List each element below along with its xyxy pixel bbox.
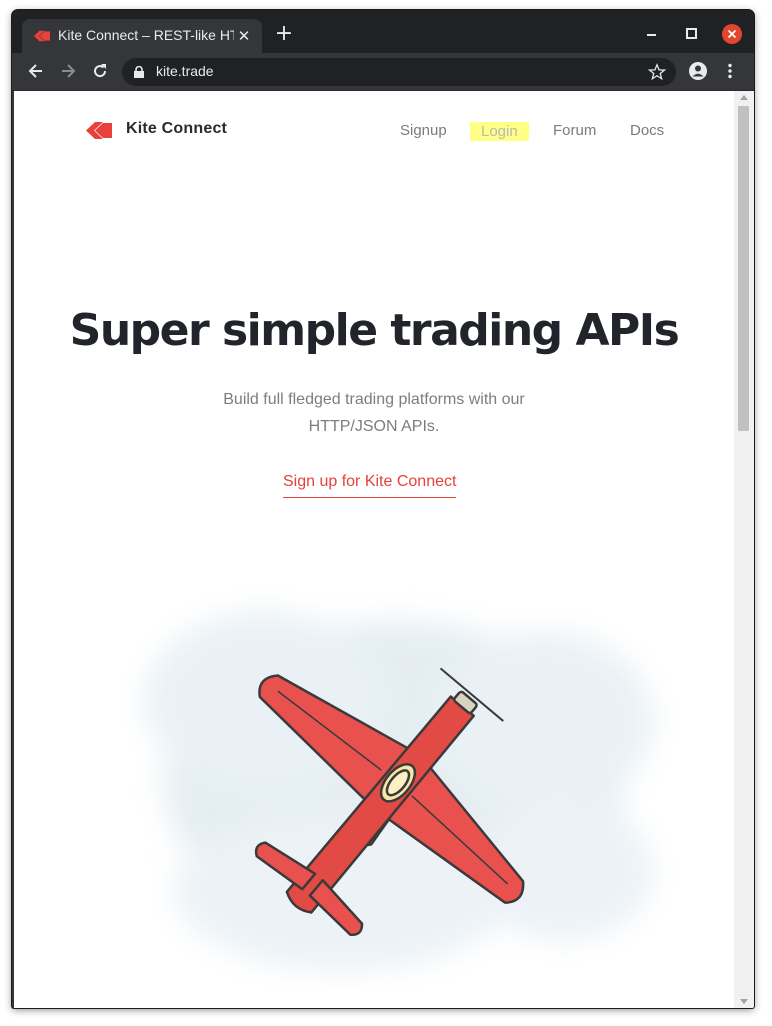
browser-tab[interactable]: Kite Connect – REST-like HTTP API ✕: [22, 19, 262, 53]
kite-favicon-icon: [34, 30, 50, 42]
page-scrollbar[interactable]: [734, 91, 754, 1008]
brand-name[interactable]: Kite Connect: [126, 120, 227, 138]
nav-login[interactable]: Login: [470, 122, 529, 141]
browser-window: Kite Connect – REST-like HTTP API ✕ + ki…: [12, 10, 754, 1008]
star-icon[interactable]: [648, 63, 666, 81]
account-icon[interactable]: [688, 61, 708, 81]
tab-close-icon[interactable]: ✕: [234, 26, 254, 46]
signup-cta-link[interactable]: Sign up for Kite Connect: [283, 473, 457, 498]
lock-icon: [134, 66, 144, 78]
kite-logo-icon[interactable]: [86, 122, 112, 139]
hero-title: Super simple trading APIs: [69, 305, 680, 356]
scroll-thumb[interactable]: [738, 106, 749, 431]
airplane-illustration: [144, 611, 654, 971]
tab-title: Kite Connect – REST-like HTTP API: [58, 27, 234, 43]
url-text: kite.trade: [156, 63, 214, 79]
nav-signup[interactable]: Signup: [400, 122, 447, 139]
hero-subtitle: Build full fledged trading platforms wit…: [223, 391, 525, 435]
back-arrow-icon[interactable]: [26, 61, 46, 81]
scroll-up-arrow-icon[interactable]: [740, 95, 748, 100]
nav-docs[interactable]: Docs: [630, 122, 664, 139]
tab-bar: Kite Connect – REST-like HTTP API ✕ +: [12, 10, 754, 53]
address-bar[interactable]: kite.trade: [122, 58, 676, 86]
forward-arrow-icon[interactable]: [58, 61, 78, 81]
browser-toolbar: kite.trade: [12, 53, 754, 91]
close-window-icon[interactable]: [722, 24, 742, 44]
page-viewport: Kite Connect Signup Login Forum Docs Sup…: [14, 91, 734, 1008]
scroll-down-arrow-icon[interactable]: [740, 999, 748, 1004]
new-tab-button[interactable]: +: [274, 23, 294, 45]
nav-forum[interactable]: Forum: [553, 122, 596, 139]
reload-icon[interactable]: [90, 61, 110, 81]
minimize-icon[interactable]: [642, 24, 662, 44]
maximize-icon[interactable]: [682, 24, 702, 44]
menu-dots-icon[interactable]: [720, 61, 740, 81]
